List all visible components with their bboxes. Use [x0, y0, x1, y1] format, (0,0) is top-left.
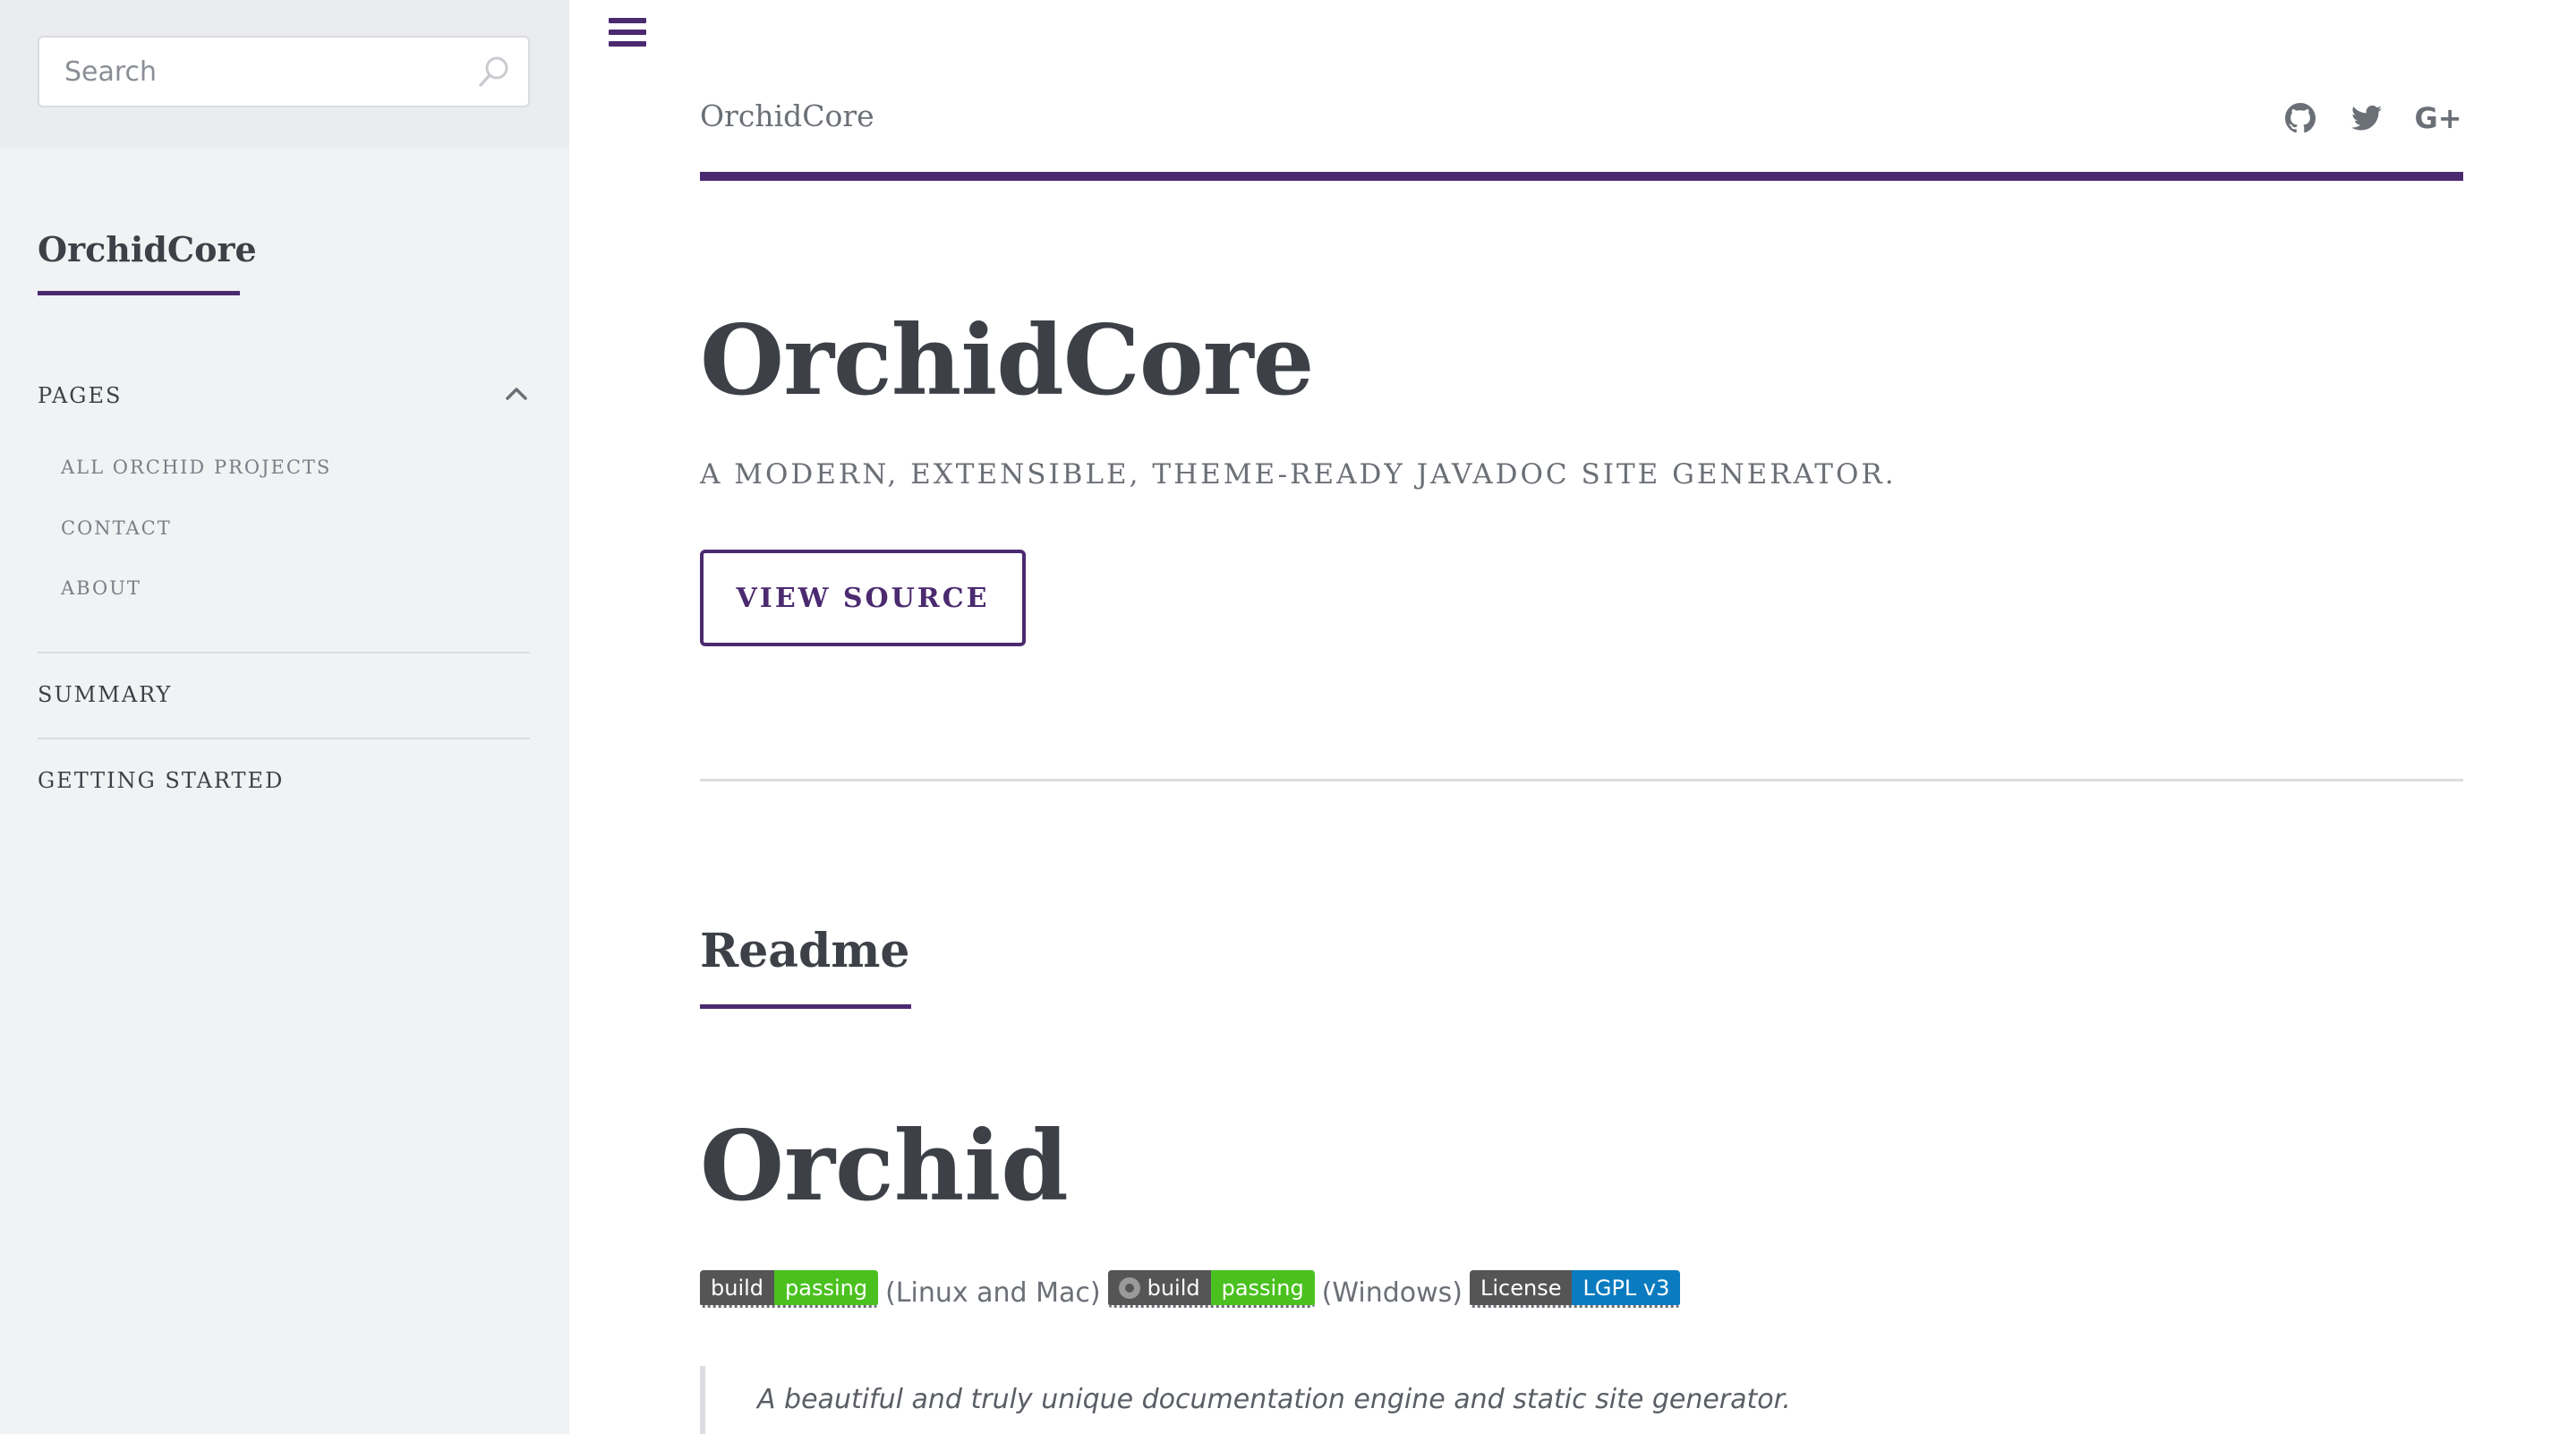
twitter-icon[interactable] [2349, 100, 2384, 136]
build-badge-travis[interactable]: build passing [700, 1270, 879, 1308]
blockquote-bar [700, 1366, 705, 1434]
header-accent-bar [700, 172, 2463, 181]
menu-toggle-icon[interactable] [609, 18, 646, 52]
page-subtitle: A MODERN, EXTENSIBLE, THEME-READY JAVADO… [700, 458, 1897, 491]
brand-underline [38, 291, 240, 295]
search-input[interactable] [64, 38, 476, 106]
sidebar-item-contact[interactable]: CONTACT [61, 517, 172, 539]
sidebar-divider [38, 738, 530, 739]
badge-label: License [1470, 1270, 1573, 1305]
badge-label: build [700, 1270, 775, 1305]
sidebar-section-getting-started[interactable]: GETTING STARTED [38, 768, 284, 793]
chevron-up-icon[interactable] [503, 383, 530, 403]
view-source-button[interactable]: VIEW SOURCE [700, 550, 1026, 646]
readme-heading: Readme [700, 924, 910, 978]
readme-underline [700, 1004, 911, 1009]
sidebar-divider [38, 652, 530, 653]
sidebar-section-summary[interactable]: SUMMARY [38, 682, 172, 707]
badge-label: build [1147, 1275, 1200, 1301]
badge-status: passing [1210, 1270, 1315, 1305]
readme-title: Orchid [700, 1110, 1069, 1223]
google-plus-icon[interactable]: G+ [2414, 100, 2461, 136]
section-divider [700, 779, 2463, 781]
page-title: OrchidCore [700, 304, 1314, 417]
badge-status: passing [774, 1270, 879, 1305]
header-title[interactable]: OrchidCore [700, 98, 874, 133]
search-box[interactable] [38, 36, 530, 107]
badge-status: LGPL v3 [1572, 1270, 1681, 1305]
sidebar: OrchidCore PAGES ALL ORCHID PROJECTS CON… [0, 0, 569, 1434]
social-links: G+ [2282, 100, 2462, 136]
sidebar-brand[interactable]: OrchidCore [38, 229, 257, 269]
license-badge[interactable]: License LGPL v3 [1470, 1270, 1681, 1308]
sidebar-section-pages[interactable]: PAGES [38, 383, 122, 408]
badge-caption: (Windows) [1321, 1276, 1463, 1309]
sidebar-item-all-orchid-projects[interactable]: ALL ORCHID PROJECTS [61, 457, 331, 478]
blockquote-text: A beautiful and truly unique documentati… [757, 1384, 1791, 1415]
search-area [0, 0, 569, 149]
badge-caption: (Linux and Mac) [885, 1276, 1101, 1309]
appveyor-icon [1118, 1276, 1140, 1299]
build-badge-appveyor[interactable]: build passing [1107, 1270, 1315, 1308]
search-icon[interactable] [476, 54, 512, 90]
github-icon[interactable] [2282, 100, 2318, 136]
badge-row: build passing (Linux and Mac) build pass… [700, 1269, 1681, 1309]
sidebar-item-about[interactable]: ABOUT [61, 577, 141, 599]
